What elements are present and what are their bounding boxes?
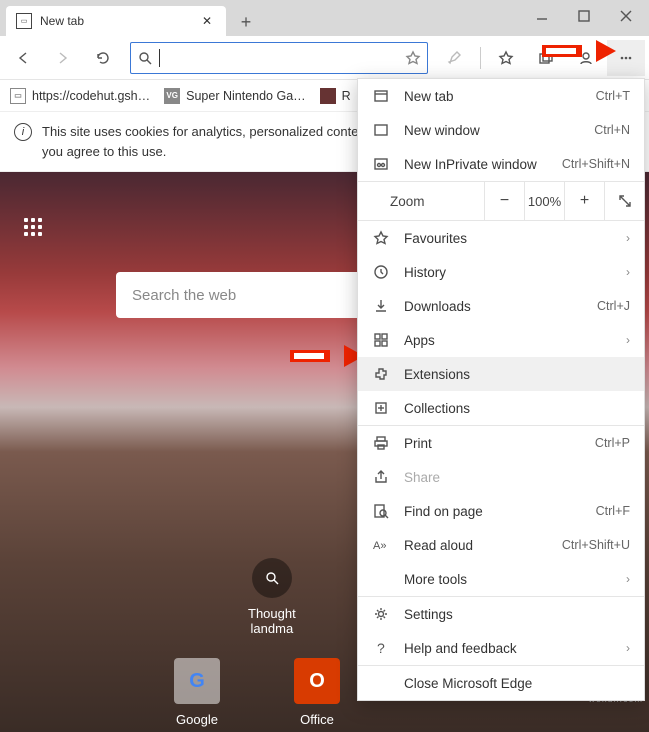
- tab-favicon: ▭: [16, 13, 32, 29]
- inprivate-icon: [372, 156, 390, 172]
- menu-more-tools[interactable]: More tools ›: [358, 562, 644, 596]
- info-icon: i: [14, 123, 32, 141]
- tile-google[interactable]: G Google: [174, 658, 220, 727]
- bookmark-item[interactable]: ▭ https://codehut.gsh…: [10, 88, 150, 104]
- close-icon: [618, 8, 634, 24]
- img-icon: [320, 88, 336, 104]
- cursor: [159, 49, 160, 67]
- menu-favourites[interactable]: Favourites ›: [358, 221, 644, 255]
- help-icon: ?: [372, 640, 390, 656]
- menu-close-edge[interactable]: Close Microsoft Edge: [358, 666, 644, 700]
- maximize-button[interactable]: [563, 2, 605, 30]
- menu-history[interactable]: History ›: [358, 255, 644, 289]
- favorites-button[interactable]: [487, 40, 525, 76]
- ellipsis-icon: [618, 50, 634, 66]
- search-placeholder: Search the web: [132, 287, 236, 304]
- menu-new-tab[interactable]: New tab Ctrl+T: [358, 79, 644, 113]
- chevron-right-icon: ›: [626, 333, 630, 347]
- window-icon: [372, 122, 390, 138]
- annotation-arrow: [542, 45, 602, 67]
- fullscreen-button[interactable]: [604, 181, 644, 221]
- menu-extensions[interactable]: Extensions: [358, 357, 644, 391]
- new-tab-button[interactable]: +: [232, 8, 260, 36]
- page-icon: ▭: [10, 88, 26, 104]
- address-bar[interactable]: [130, 42, 428, 74]
- svg-text:A»: A»: [373, 540, 386, 552]
- refresh-button[interactable]: [84, 40, 122, 76]
- tile-label: Office: [300, 712, 334, 727]
- bookmark-item[interactable]: VG Super Nintendo Ga…: [164, 88, 306, 104]
- close-window-button[interactable]: [605, 2, 647, 30]
- titlebar: ▭ New tab ✕ +: [0, 0, 649, 36]
- office-icon: O: [294, 658, 340, 704]
- menu-apps[interactable]: Apps ›: [358, 323, 644, 357]
- window-controls: [521, 2, 647, 30]
- tile-office[interactable]: O Office: [294, 658, 340, 727]
- app-launcher-button[interactable]: [24, 218, 42, 236]
- zoom-in-button[interactable]: +: [564, 181, 604, 221]
- quick-links: G Google O Office: [174, 658, 340, 727]
- feature-callout[interactable]: Thought landma: [248, 558, 296, 636]
- bookmark-label: R: [342, 89, 351, 103]
- tab-close-button[interactable]: ✕: [198, 12, 216, 30]
- annotation-arrow: [290, 350, 350, 372]
- zoom-value: 100%: [524, 181, 564, 221]
- collections-icon: [372, 400, 390, 416]
- read-mode-button[interactable]: [436, 40, 474, 76]
- bookmark-label: https://codehut.gsh…: [32, 89, 150, 103]
- bookmark-item[interactable]: R: [320, 88, 351, 104]
- menu-zoom: Zoom − 100% +: [358, 181, 644, 221]
- settings-menu: New tab Ctrl+T New window Ctrl+N New InP…: [357, 78, 645, 701]
- menu-read-aloud[interactable]: A» Read aloud Ctrl+Shift+U: [358, 528, 644, 562]
- menu-share: Share: [358, 460, 644, 494]
- star-plus-icon: [498, 50, 514, 66]
- menu-new-window[interactable]: New window Ctrl+N: [358, 113, 644, 147]
- svg-text:?: ?: [377, 640, 385, 656]
- gear-icon: [372, 606, 390, 622]
- fullscreen-icon: [617, 193, 633, 209]
- vg-icon: VG: [164, 88, 180, 104]
- favorite-star-icon[interactable]: [405, 50, 421, 66]
- menu-find[interactable]: Find on page Ctrl+F: [358, 494, 644, 528]
- find-icon: [372, 503, 390, 519]
- bookmark-label: Super Nintendo Ga…: [186, 89, 306, 103]
- menu-collections[interactable]: Collections: [358, 391, 644, 425]
- google-icon: G: [174, 658, 220, 704]
- apps-icon: [372, 332, 390, 348]
- browser-tab[interactable]: ▭ New tab ✕: [6, 6, 226, 36]
- window-icon: [372, 88, 390, 104]
- chevron-right-icon: ›: [626, 265, 630, 279]
- tab-title: New tab: [40, 14, 190, 28]
- chevron-right-icon: ›: [626, 572, 630, 586]
- chevron-right-icon: ›: [626, 641, 630, 655]
- menu-help[interactable]: ? Help and feedback ›: [358, 631, 644, 665]
- minimize-button[interactable]: [521, 2, 563, 30]
- menu-print[interactable]: Print Ctrl+P: [358, 426, 644, 460]
- menu-settings[interactable]: Settings: [358, 597, 644, 631]
- grid-icon: [24, 218, 42, 236]
- minimize-icon: [534, 8, 550, 24]
- star-icon: [372, 230, 390, 246]
- back-button[interactable]: [4, 40, 42, 76]
- chevron-right-icon: ›: [626, 231, 630, 245]
- read-aloud-icon: A»: [372, 537, 390, 553]
- search-icon: [137, 50, 153, 66]
- arrow-left-icon: [15, 50, 31, 66]
- tile-label: Google: [176, 712, 218, 727]
- download-icon: [372, 298, 390, 314]
- maximize-icon: [576, 8, 592, 24]
- magnifier-icon: [252, 558, 292, 598]
- extensions-icon: [372, 366, 390, 382]
- menu-inprivate[interactable]: New InPrivate window Ctrl+Shift+N: [358, 147, 644, 181]
- browser-window: ▭ New tab ✕ + ▭ https://code: [0, 0, 649, 706]
- refresh-icon: [95, 50, 111, 66]
- share-icon: [372, 469, 390, 485]
- history-icon: [372, 264, 390, 280]
- menu-downloads[interactable]: Downloads Ctrl+J: [358, 289, 644, 323]
- pen-icon: [447, 50, 463, 66]
- arrow-right-icon: [55, 50, 71, 66]
- forward-button[interactable]: [44, 40, 82, 76]
- zoom-out-button[interactable]: −: [484, 181, 524, 221]
- print-icon: [372, 435, 390, 451]
